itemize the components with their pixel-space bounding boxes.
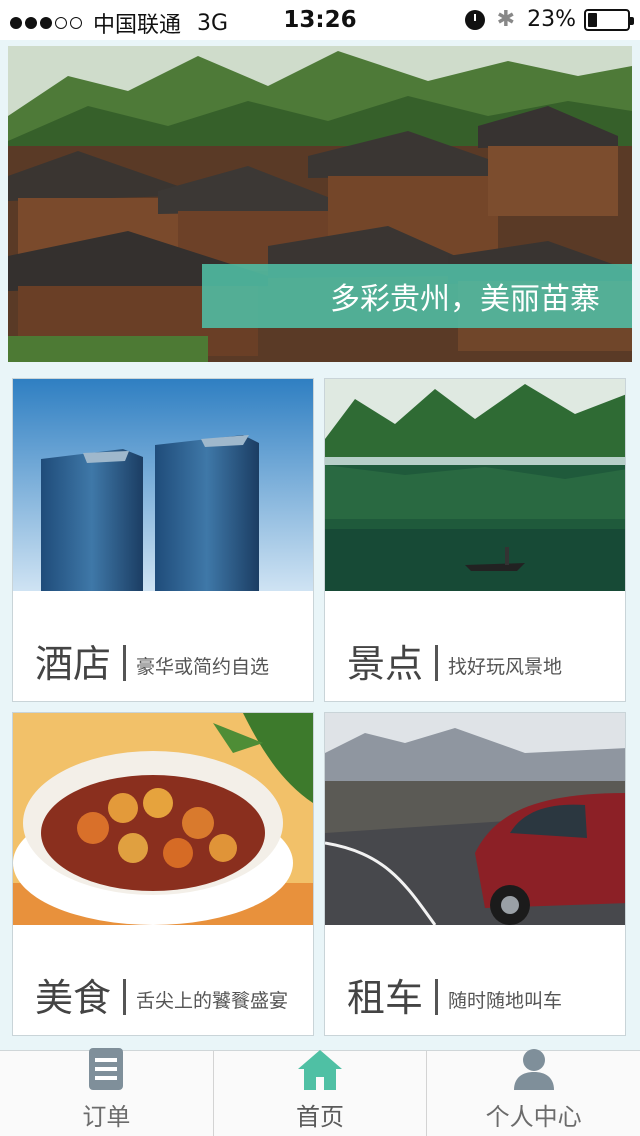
tab-label: 首页 xyxy=(296,1103,344,1131)
divider xyxy=(435,979,439,1015)
hotel-photo xyxy=(13,379,313,591)
car-rental-title: 租车 xyxy=(347,976,424,1020)
attraction-desc: 找好玩风景地 xyxy=(448,656,563,678)
car-rental-photo xyxy=(325,713,625,925)
bottom-tab-bar: 订单 首页 个人中心 xyxy=(0,1048,640,1136)
order-list-icon xyxy=(88,1047,124,1091)
divider xyxy=(123,645,127,681)
tab-home[interactable]: 首页 xyxy=(212,1049,427,1136)
hotel-title: 酒店 xyxy=(35,642,112,686)
attraction-photo xyxy=(325,379,625,591)
tab-profile[interactable]: 个人中心 xyxy=(426,1049,640,1136)
user-icon xyxy=(512,1047,556,1091)
battery-level xyxy=(588,12,597,27)
hotel-desc: 豪华或简约自选 xyxy=(136,656,270,678)
food-card[interactable]: 美食 舌尖上的饕餮盛宴 xyxy=(12,712,314,1036)
divider xyxy=(435,645,439,681)
battery-percent: 23% xyxy=(527,7,576,32)
tab-label: 订单 xyxy=(82,1103,131,1131)
food-photo xyxy=(13,713,313,925)
status-bar: 中国联通 3G 13:26 ✱ 23% xyxy=(0,0,640,40)
tab-orders[interactable]: 订单 xyxy=(0,1048,213,1136)
banner-carousel[interactable]: 多彩贵州，美丽苗寨 xyxy=(8,46,632,362)
attraction-title: 景点 xyxy=(347,642,424,686)
food-title: 美食 xyxy=(35,976,112,1020)
alarm-icon xyxy=(464,9,485,30)
bluetooth-icon: ✱ xyxy=(496,7,516,32)
category-grid: 酒店 豪华或简约自选 景点 找好玩风景地 美食 舌尖上的饕餮盛宴 租车 随时随地… xyxy=(12,378,628,1036)
home-icon xyxy=(297,1049,343,1091)
food-desc: 舌尖上的饕餮盛宴 xyxy=(136,990,289,1012)
divider xyxy=(123,979,127,1015)
car-rental-card[interactable]: 租车 随时随地叫车 xyxy=(324,712,626,1036)
tab-label: 个人中心 xyxy=(485,1103,582,1131)
banner-caption: 多彩贵州，美丽苗寨 xyxy=(202,264,632,328)
car-rental-desc: 随时随地叫车 xyxy=(448,990,563,1012)
hotel-card[interactable]: 酒店 豪华或简约自选 xyxy=(12,378,314,702)
battery-icon xyxy=(584,8,634,31)
attraction-card[interactable]: 景点 找好玩风景地 xyxy=(324,378,626,702)
